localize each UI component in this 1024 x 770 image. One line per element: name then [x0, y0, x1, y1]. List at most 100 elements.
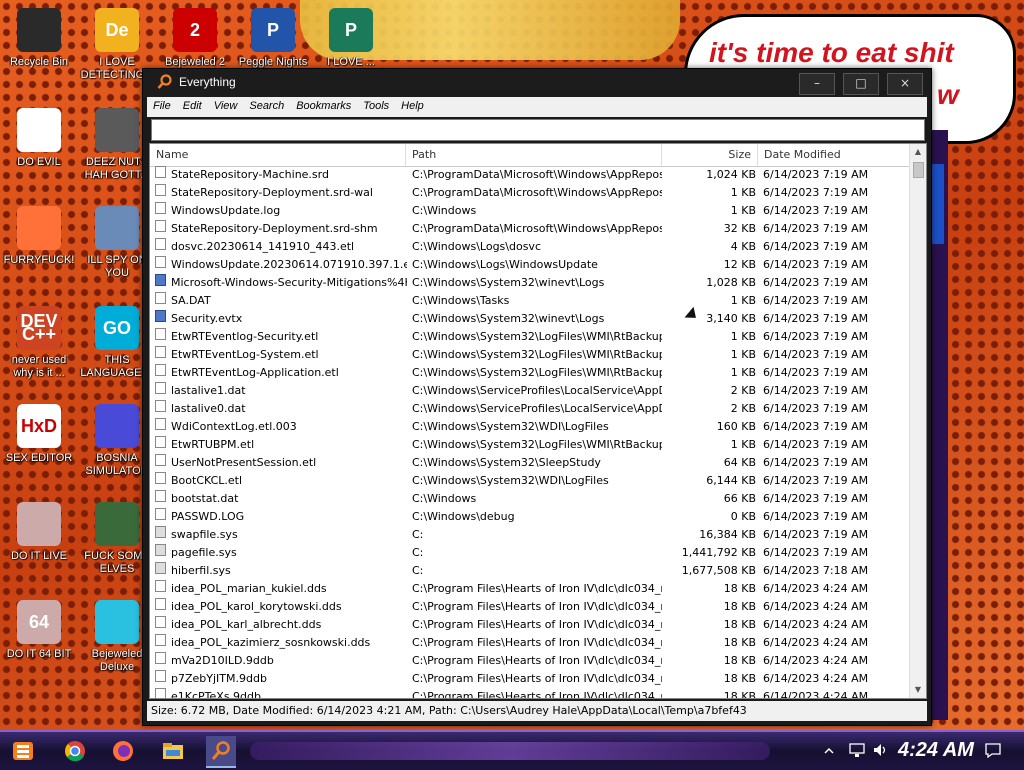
- table-row[interactable]: WindowsUpdate.20230614.071910.397.1.etl C…: [150, 256, 910, 274]
- file-date: 6/14/2023 7:19 AM: [763, 510, 869, 523]
- minimize-button[interactable]: –: [799, 73, 835, 95]
- desktop-icon[interactable]: DO IT LIVE: [2, 502, 76, 563]
- notifications-icon[interactable]: [984, 742, 1002, 758]
- file-date: 6/14/2023 4:24 AM: [763, 654, 869, 667]
- vertical-scrollbar[interactable]: ▲ ▼: [909, 144, 926, 698]
- column-name[interactable]: Name: [150, 144, 406, 166]
- scroll-up-icon[interactable]: ▲: [910, 144, 926, 160]
- volume-icon[interactable]: [872, 742, 890, 758]
- file-name: lastalive0.dat: [171, 402, 246, 415]
- maximize-button[interactable]: □: [843, 73, 879, 95]
- table-row[interactable]: UserNotPresentSession.etl C:\Windows\Syst…: [150, 454, 910, 472]
- file-name: EtwRTEventLog-Application.etl: [171, 366, 339, 379]
- table-row[interactable]: idea_POL_karl_albrecht.dds C:\Program Fil…: [150, 616, 910, 634]
- file-icon: [155, 382, 166, 394]
- menu-tools[interactable]: Tools: [357, 97, 395, 112]
- file-date: 6/14/2023 4:24 AM: [763, 690, 869, 699]
- chevron-up-icon[interactable]: [822, 744, 836, 758]
- desktop-icon[interactable]: P Peggle Nights: [236, 8, 310, 69]
- file-path: C:\Windows\System32\LogFiles\WMI\RtBacku…: [412, 348, 662, 361]
- desktop-icon[interactable]: 2 Bejeweled 2: [158, 8, 232, 69]
- table-row[interactable]: SA.DAT C:\Windows\Tasks 1 KB 6/14/2023 7:19…: [150, 292, 910, 310]
- table-row[interactable]: idea_POL_karol_korytowski.dds C:\Program …: [150, 598, 910, 616]
- table-row[interactable]: PASSWD.LOG C:\Windows\debug 0 KB 6/14/2023 …: [150, 508, 910, 526]
- desktop-icon[interactable]: 64 DO IT 64 BIT: [2, 600, 76, 661]
- desktop-icon[interactable]: DEV C++ never used why is it ...: [2, 306, 76, 380]
- file-date: 6/14/2023 7:19 AM: [763, 222, 869, 235]
- menu-search[interactable]: Search: [243, 97, 290, 112]
- table-row[interactable]: Microsoft-Windows-Security-Mitigations%4…: [150, 274, 910, 292]
- table-row[interactable]: lastalive0.dat C:\Windows\ServiceProfiles…: [150, 400, 910, 418]
- file-icon: [155, 184, 166, 196]
- file-size: 1 KB: [730, 204, 756, 217]
- desktop-icon[interactable]: HxD SEX EDITOR: [2, 404, 76, 465]
- file-size: 2 KB: [730, 384, 756, 397]
- menu-file[interactable]: File: [147, 97, 177, 112]
- file-name: BootCKCL.etl: [171, 474, 243, 487]
- search-input[interactable]: [151, 119, 925, 141]
- results-list[interactable]: Name Path Size Date Modified StateReposi…: [149, 143, 927, 699]
- everything-window[interactable]: Everything – □ × File Edit View Search Bookm…: [142, 68, 932, 726]
- menu-bookmarks[interactable]: Bookmarks: [290, 97, 357, 112]
- file-name: WindowsUpdate.log: [171, 204, 281, 217]
- desktop-icon[interactable]: DO EVIL: [2, 108, 76, 169]
- table-row[interactable]: Security.evtx C:\Windows\System32\winevt\…: [150, 310, 910, 328]
- scroll-thumb[interactable]: [913, 162, 924, 178]
- column-path[interactable]: Path: [406, 144, 662, 166]
- table-row[interactable]: hiberfil.sys C: 1,677,508 KB 6/14/2023 7:18…: [150, 562, 910, 580]
- file-path: C:\Program Files\Hearts of Iron IV\dlc\d…: [412, 654, 662, 667]
- file-size: 18 KB: [723, 582, 756, 595]
- table-row[interactable]: StateRepository-Machine.srd C:\ProgramDat…: [150, 166, 910, 184]
- desktop-icon[interactable]: PI LOVE ...: [314, 8, 388, 69]
- file-icon: [155, 688, 166, 698]
- network-icon[interactable]: [848, 742, 866, 758]
- desktop-icon-label: never used why is it ...: [11, 354, 67, 379]
- table-row[interactable]: WindowsUpdate.log C:\Windows 1 KB 6/14/2023…: [150, 202, 910, 220]
- menu-edit[interactable]: Edit: [177, 97, 208, 112]
- menu-view[interactable]: View: [208, 97, 244, 112]
- column-date-modified[interactable]: Date Modified: [758, 144, 910, 166]
- table-row[interactable]: mVa2D10ILD.9ddb C:\Program Files\Hearts o…: [150, 652, 910, 670]
- table-row[interactable]: StateRepository-Deployment.srd-wal C:\Pro…: [150, 184, 910, 202]
- file-path: C:\Windows: [412, 204, 477, 217]
- table-row[interactable]: lastalive1.dat C:\Windows\ServiceProfiles…: [150, 382, 910, 400]
- file-name: idea_POL_karl_albrecht.dds: [171, 618, 322, 631]
- menu-help[interactable]: Help: [395, 97, 430, 112]
- file-icon: [155, 364, 166, 376]
- portrait-icon: [17, 502, 61, 546]
- file-path: C:: [412, 528, 424, 541]
- file-name: bootstat.dat: [171, 492, 239, 505]
- start-icon[interactable]: [8, 736, 38, 766]
- title-bar[interactable]: Everything – □ ×: [143, 69, 931, 97]
- file-size: 2 KB: [730, 402, 756, 415]
- taskbar-clock[interactable]: 4:24 AM: [898, 739, 974, 762]
- table-row[interactable]: pagefile.sys C: 1,441,792 KB 6/14/2023 7:19…: [150, 544, 910, 562]
- chrome-taskbar-icon[interactable]: [60, 736, 90, 766]
- file-size: 0 KB: [730, 510, 756, 523]
- table-row[interactable]: e1KcPTeXs.9ddb C:\Program Files\Hearts of…: [150, 688, 910, 699]
- table-row[interactable]: EtwRTEventLog-Application.etl C:\Windows\…: [150, 364, 910, 382]
- table-row[interactable]: WdiContextLog.etl.003 C:\Windows\System32…: [150, 418, 910, 436]
- table-row[interactable]: BootCKCL.etl C:\Windows\System32\WDI\LogF…: [150, 472, 910, 490]
- table-row[interactable]: swapfile.sys C: 16,384 KB 6/14/2023 7:19 AM: [150, 526, 910, 544]
- table-row[interactable]: idea_POL_kazimierz_sosnkowski.dds C:\Prog…: [150, 634, 910, 652]
- desktop-icon[interactable]: Recycle Bin: [2, 8, 76, 69]
- everything-search-taskbar-icon[interactable]: [206, 736, 236, 768]
- file-date: 6/14/2023 7:19 AM: [763, 330, 869, 343]
- table-row[interactable]: EtwRTEventLog-System.etl C:\Windows\Syste…: [150, 346, 910, 364]
- table-row[interactable]: EtwRTUBPM.etl C:\Windows\System32\LogFile…: [150, 436, 910, 454]
- scroll-down-icon[interactable]: ▼: [910, 682, 926, 698]
- firefox-taskbar-icon[interactable]: [108, 736, 138, 766]
- table-row[interactable]: StateRepository-Deployment.srd-shm C:\Pro…: [150, 220, 910, 238]
- close-button[interactable]: ×: [887, 73, 923, 95]
- table-row[interactable]: p7ZebYjITM.9ddb C:\Program Files\Hearts o…: [150, 670, 910, 688]
- desktop-icon[interactable]: FURRYFUCK!: [2, 206, 76, 267]
- column-size[interactable]: Size: [662, 144, 758, 166]
- table-row[interactable]: bootstat.dat C:\Windows 66 KB 6/14/2023 7:1…: [150, 490, 910, 508]
- window-title: Everything: [179, 75, 236, 89]
- table-row[interactable]: EtwRTEventlog-Security.etl C:\Windows\Sys…: [150, 328, 910, 346]
- table-row[interactable]: idea_POL_marian_kukiel.dds C:\Program Fil…: [150, 580, 910, 598]
- file-path: C:\ProgramData\Microsoft\Windows\AppRepo…: [412, 168, 662, 181]
- file-explorer-taskbar-icon[interactable]: [158, 736, 188, 766]
- table-row[interactable]: dosvc.20230614_141910_443.etl C:\Windows\…: [150, 238, 910, 256]
